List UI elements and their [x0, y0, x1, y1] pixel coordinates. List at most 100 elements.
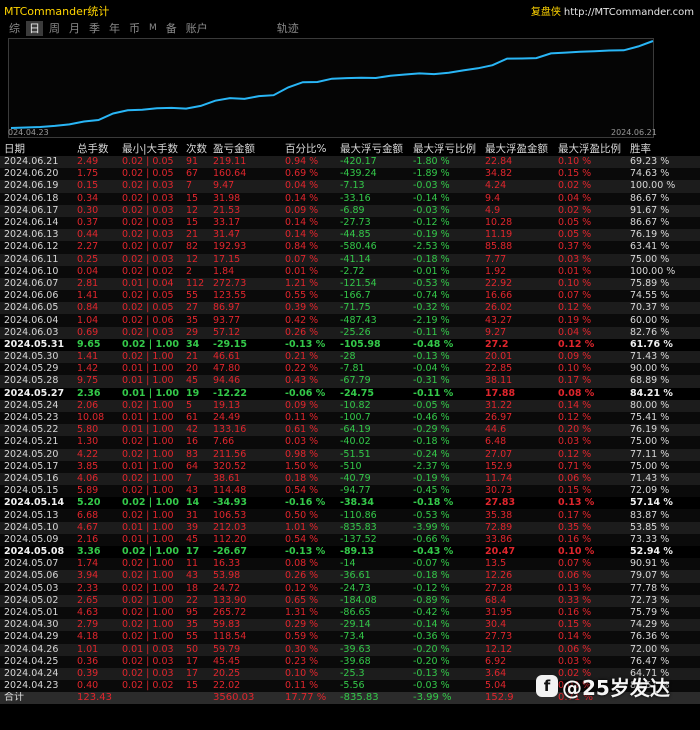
table-row[interactable]: 2024.05.31 9.65 0.02 | 1.00 34 -29.15 -0.13 %… — [0, 338, 700, 351]
table-row[interactable]: 2024.06.18 0.34 0.02 | 0.03 15 31.98 0.14 % -3… — [0, 192, 700, 205]
cell-10: 70.37 % — [626, 302, 700, 315]
table-row[interactable]: 2024.04.25 0.36 0.02 | 0.03 17 45.45 0.23 % -3… — [0, 655, 700, 668]
cell-8: 7.77 — [481, 253, 554, 266]
cell-10: 91.67 % — [626, 204, 700, 217]
table-row[interactable]: 2024.05.17 3.85 0.01 | 1.00 64 320.52 1.50 % -… — [0, 460, 700, 473]
cell-8: 10.28 — [481, 216, 554, 230]
tab-9[interactable]: 账户 — [183, 21, 211, 36]
tab-7[interactable]: M — [146, 21, 160, 36]
cell-1: 2.49 — [73, 156, 118, 169]
cell-1: 1.74 — [73, 558, 118, 571]
table-row[interactable]: 2024.05.27 2.36 0.01 | 1.00 19 -12.22 -0.06 %… — [0, 387, 700, 400]
cell-0: 2024.05.23 — [0, 411, 73, 425]
tab-2[interactable]: 周 — [46, 21, 63, 36]
cell-9: 0.07 % — [554, 290, 626, 303]
table-row[interactable]: 2024.06.10 0.04 0.02 | 0.02 2 1.84 0.01 % -2.7… — [0, 265, 700, 278]
column-header-3[interactable]: 次数 — [182, 142, 209, 156]
table-row[interactable]: 2024.05.08 3.36 0.02 | 1.00 17 -26.67 -0.13 %… — [0, 546, 700, 559]
tab-6[interactable]: 币 — [126, 21, 143, 36]
cell-0: 2024.06.04 — [0, 314, 73, 327]
table-row[interactable]: 2024.05.23 10.08 0.01 | 1.00 61 24.49 0.11 % -… — [0, 411, 700, 425]
table-row[interactable]: 2024.06.14 0.37 0.02 | 0.03 15 33.17 0.14 % -2… — [0, 216, 700, 230]
table-row[interactable]: 2024.05.03 2.33 0.02 | 1.00 18 24.72 0.12 % -2… — [0, 582, 700, 595]
cell-4: 38.61 — [209, 472, 281, 486]
table-row[interactable]: 2024.05.13 6.68 0.02 | 1.00 31 106.53 0.50 % -… — [0, 509, 700, 522]
table-row[interactable]: 2024.05.07 1.74 0.02 | 1.00 11 16.33 0.08 % -1… — [0, 558, 700, 571]
table-row[interactable]: 2024.05.20 4.22 0.02 | 1.00 83 211.56 0.98 % -… — [0, 448, 700, 461]
table-row[interactable]: 2024.05.28 9.75 0.01 | 1.00 45 94.46 0.43 % -6… — [0, 375, 700, 388]
cell-6: -73.4 — [336, 631, 409, 644]
cell-1: 0.30 — [73, 204, 118, 217]
cell-9: 0.37 % — [554, 241, 626, 254]
table-row[interactable]: 2024.04.26 1.01 0.01 | 0.03 50 59.79 0.30 % -3… — [0, 643, 700, 656]
cell-2: 0.01 | 1.00 — [118, 375, 182, 388]
tab-3[interactable]: 月 — [66, 21, 83, 36]
table-row[interactable]: 2024.05.02 2.65 0.02 | 1.00 22 133.90 0.65 % -… — [0, 594, 700, 607]
column-header-6[interactable]: 最大浮亏金额 — [336, 142, 409, 156]
table-row[interactable]: 2024.06.12 2.27 0.02 | 0.07 82 192.93 0.84 % -… — [0, 241, 700, 254]
column-header-5[interactable]: 百分比% — [281, 142, 336, 156]
column-header-4[interactable]: 盈亏金额 — [209, 142, 281, 156]
cell-10: 74.63 % — [626, 168, 700, 181]
table-row[interactable]: 2024.05.16 4.06 0.02 | 1.00 7 38.61 0.18 % -40… — [0, 472, 700, 486]
cell-3: 112 — [182, 277, 209, 291]
cell-7: -0.13 % — [409, 667, 481, 681]
cell-1: 0.39 — [73, 667, 118, 681]
cell-6: -89.13 — [336, 546, 409, 559]
tab-0[interactable]: 综 — [6, 21, 23, 36]
table-row[interactable]: 2024.04.29 4.18 0.02 | 1.00 55 118.54 0.59 % -… — [0, 631, 700, 644]
column-header-9[interactable]: 最大浮盈比例 — [554, 142, 626, 156]
cell-10: 80.00 % — [626, 399, 700, 412]
table-row[interactable]: 2024.06.07 2.81 0.01 | 0.04 112 272.73 1.21 %… — [0, 277, 700, 291]
brand-url-link[interactable]: http://MTCommander.com — [564, 7, 694, 18]
cell-10: 72.73 % — [626, 594, 700, 607]
tab-1[interactable]: 日 — [26, 21, 43, 36]
cell-0: 2024.05.27 — [0, 387, 73, 400]
table-row[interactable]: 2024.06.06 1.41 0.02 | 0.05 55 123.55 0.55 % -… — [0, 290, 700, 303]
tab-4[interactable]: 季 — [86, 21, 103, 36]
column-header-8[interactable]: 最大浮盈金额 — [481, 142, 554, 156]
table-row[interactable]: 2024.06.20 1.75 0.02 | 0.05 67 160.64 0.69 % -… — [0, 168, 700, 181]
cell-1: 4.18 — [73, 631, 118, 644]
table-row[interactable]: 2024.05.29 1.42 0.01 | 1.00 20 47.80 0.22 % -7… — [0, 363, 700, 376]
column-header-2[interactable]: 最小|大手数 — [118, 142, 182, 156]
table-row[interactable]: 2024.06.21 2.49 0.02 | 0.05 91 219.11 0.94 % -… — [0, 156, 700, 169]
column-header-0[interactable]: 日期 — [0, 142, 73, 156]
table-row[interactable]: 2024.06.19 0.15 0.02 | 0.03 7 9.47 0.04 % -7.1… — [0, 180, 700, 193]
cell-7: -2.37 % — [409, 460, 481, 473]
cell-5: 0.55 % — [281, 290, 336, 303]
cell-4: 59.83 — [209, 619, 281, 632]
table-row[interactable]: 2024.05.06 3.94 0.02 | 1.00 43 53.98 0.26 % -3… — [0, 570, 700, 583]
table-row[interactable]: 2024.06.05 0.84 0.02 | 0.05 27 86.97 0.39 % -7… — [0, 302, 700, 315]
table-row[interactable]: 2024.05.30 1.41 0.02 | 1.00 21 46.61 0.21 % -2… — [0, 351, 700, 364]
column-header-1[interactable]: 总手数 — [73, 142, 118, 156]
column-header-7[interactable]: 最大浮亏比例 — [409, 142, 481, 156]
tab-8[interactable]: 备 — [163, 21, 180, 36]
table-row[interactable]: 2024.05.15 5.89 0.02 | 1.00 43 114.48 0.54 % -… — [0, 485, 700, 498]
cell-2: 0.02 | 1.00 — [118, 631, 182, 644]
cell-4: 31.47 — [209, 229, 281, 242]
table-row[interactable]: 2024.05.09 2.16 0.01 | 1.00 45 112.20 0.54 % -… — [0, 533, 700, 546]
cell-1: 1.41 — [73, 351, 118, 364]
table-row[interactable]: 2024.04.30 2.79 0.02 | 1.00 35 59.83 0.29 % -2… — [0, 619, 700, 632]
cell-7: -0.12 % — [409, 216, 481, 230]
table-row[interactable]: 2024.05.10 4.67 0.01 | 1.00 39 212.03 1.01 % -… — [0, 521, 700, 534]
table-row[interactable]: 2024.06.03 0.69 0.02 | 0.03 29 57.12 0.26 % -2… — [0, 326, 700, 339]
table-row[interactable]: 2024.05.21 1.30 0.02 | 1.00 16 7.66 0.03 % -40… — [0, 436, 700, 449]
cell-2: 0.02 | 1.00 — [118, 509, 182, 522]
table-row[interactable]: 2024.05.24 2.06 0.02 | 1.00 5 19.13 0.09 % -10… — [0, 399, 700, 412]
table-row[interactable]: 2024.06.04 1.04 0.02 | 0.06 35 93.77 0.42 % -4… — [0, 314, 700, 327]
table-row[interactable]: 2024.06.17 0.30 0.02 | 0.03 12 21.53 0.09 % -6… — [0, 204, 700, 217]
table-row[interactable]: 2024.05.14 5.20 0.02 | 1.00 14 -34.93 -0.16 %… — [0, 497, 700, 510]
cell-7: -0.20 % — [409, 655, 481, 668]
tab-10[interactable]: 轨迹 — [274, 21, 302, 36]
table-row[interactable]: 2024.06.13 0.44 0.02 | 0.03 21 31.47 0.14 % -4… — [0, 229, 700, 242]
tab-5[interactable]: 年 — [106, 21, 123, 36]
table-row[interactable]: 2024.05.22 5.80 0.01 | 1.00 42 133.16 0.61 % -… — [0, 424, 700, 437]
cell-2: 0.02 | 1.00 — [118, 558, 182, 571]
cell-7: -0.19 % — [409, 472, 481, 486]
cell-3: 64 — [182, 460, 209, 473]
column-header-10[interactable]: 胜率 — [626, 142, 700, 156]
table-row[interactable]: 2024.05.01 4.63 0.02 | 1.00 95 265.72 1.31 % -… — [0, 606, 700, 620]
table-row[interactable]: 2024.06.11 0.25 0.02 | 0.03 12 17.15 0.07 % -4… — [0, 253, 700, 266]
